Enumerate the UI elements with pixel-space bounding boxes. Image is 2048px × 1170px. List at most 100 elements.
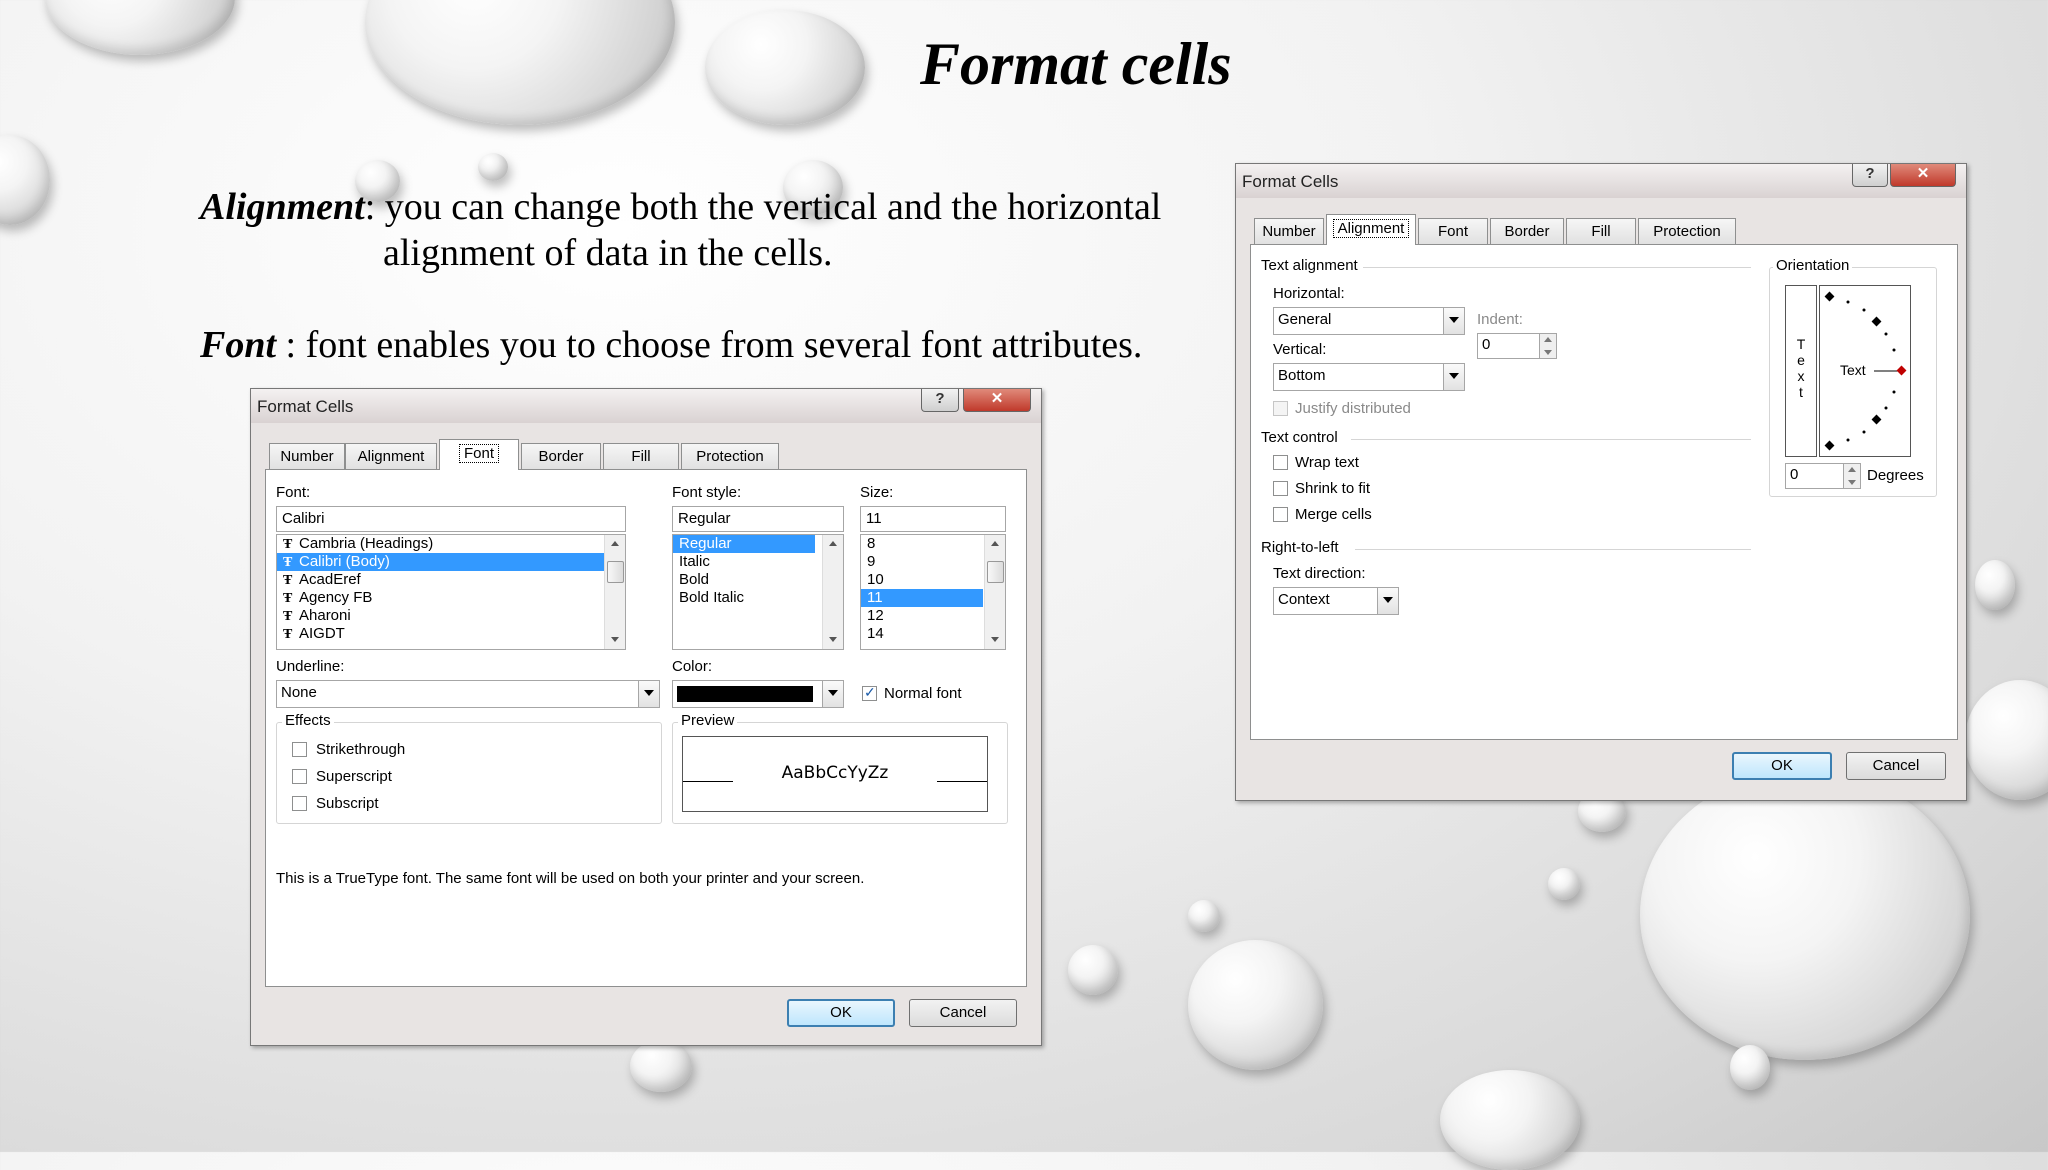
water-drop-decoration — [0, 135, 50, 225]
alignment-bullet-continuation: alignment of data in the cells. — [383, 232, 833, 274]
orientation-dial[interactable]: Text — [1819, 285, 1911, 457]
close-button[interactable]: ✕ — [963, 389, 1031, 412]
size-list[interactable]: 8 9 10 11 12 14 — [860, 534, 1006, 650]
close-button[interactable]: ✕ — [1890, 164, 1956, 187]
truetype-icon: Ŧ — [283, 555, 293, 570]
tab-panel: Font: Calibri Ŧ Cambria (Headings) Ŧ Calib… — [265, 469, 1027, 987]
scroll-thumb[interactable] — [607, 561, 624, 583]
cancel-button[interactable]: Cancel — [909, 999, 1017, 1027]
water-drop-decoration — [630, 1040, 692, 1092]
size-list-scrollbar[interactable] — [984, 535, 1005, 649]
list-item[interactable]: Regular — [673, 535, 815, 553]
color-label: Color: — [672, 658, 713, 675]
spinner-arrows-icon[interactable] — [1843, 464, 1860, 488]
font-list[interactable]: Ŧ Cambria (Headings) Ŧ Calibri (Body) Ŧ Aca… — [276, 534, 626, 650]
tab-border[interactable]: Border — [521, 443, 601, 470]
chevron-down-icon[interactable] — [1443, 364, 1464, 390]
tab-border[interactable]: Border — [1490, 218, 1564, 245]
list-item[interactable]: Ŧ Cambria (Headings) — [277, 535, 625, 553]
subscript-checkbox[interactable] — [292, 796, 307, 811]
indent-label: Indent: — [1477, 311, 1523, 328]
justify-distributed-checkbox[interactable] — [1273, 401, 1288, 416]
effects-label: Effects — [282, 712, 334, 729]
shrink-to-fit-checkbox[interactable] — [1273, 481, 1288, 496]
tab-protection[interactable]: Protection — [1638, 218, 1736, 245]
list-item[interactable]: Italic — [673, 553, 843, 571]
ok-button[interactable]: OK — [787, 999, 895, 1027]
tab-font[interactable]: Font — [439, 439, 519, 470]
superscript-checkbox[interactable] — [292, 769, 307, 784]
tab-fill[interactable]: Fill — [1566, 218, 1636, 245]
text-direction-select[interactable]: Context — [1273, 587, 1399, 615]
water-drop-decoration — [1965, 680, 2048, 800]
list-item[interactable]: Bold — [673, 571, 843, 589]
vertical-text-letter: t — [1799, 384, 1803, 400]
scroll-thumb[interactable] — [987, 561, 1004, 583]
font-style-list[interactable]: Regular Italic Bold Bold Italic — [672, 534, 844, 650]
preview-line-right — [937, 781, 987, 782]
font-style-scrollbar[interactable] — [822, 535, 843, 649]
chevron-down-icon[interactable] — [822, 681, 843, 707]
horizontal-value: General — [1278, 311, 1332, 328]
format-cells-alignment-dialog: Format Cells ? ✕ Number Alignment Font B… — [1235, 163, 1967, 801]
scroll-down-icon[interactable] — [605, 633, 625, 647]
scroll-down-icon[interactable] — [985, 633, 1005, 647]
water-drop-decoration — [365, 0, 675, 125]
text-direction-value: Context — [1278, 591, 1330, 608]
list-item[interactable]: 11 — [861, 589, 983, 607]
scroll-up-icon[interactable] — [985, 537, 1005, 551]
bullet-text: : font enables you to choose from severa… — [276, 324, 1143, 366]
degrees-spinner[interactable]: 0 — [1785, 463, 1861, 489]
list-item[interactable]: Ŧ Aharoni — [277, 607, 625, 625]
truetype-icon: Ŧ — [283, 609, 293, 624]
preview-text: AaBbCcYyZz — [781, 763, 889, 783]
vertical-select[interactable]: Bottom — [1273, 363, 1465, 391]
cancel-button[interactable]: Cancel — [1846, 752, 1946, 780]
font-style-input[interactable]: Regular — [672, 506, 844, 532]
tab-number[interactable]: Number — [269, 443, 345, 470]
color-select[interactable] — [672, 680, 844, 708]
font-input[interactable]: Calibri — [276, 506, 626, 532]
tab-font[interactable]: Font — [1418, 218, 1488, 245]
merge-cells-checkbox[interactable] — [1273, 507, 1288, 522]
tab-alignment[interactable]: Alignment — [1326, 214, 1416, 245]
water-drop-decoration — [478, 153, 508, 181]
size-input[interactable]: 11 — [860, 506, 1006, 532]
tab-fill[interactable]: Fill — [603, 443, 679, 470]
underline-select[interactable]: None — [276, 680, 660, 708]
tab-protection[interactable]: Protection — [681, 443, 779, 470]
truetype-icon: Ŧ — [283, 573, 293, 588]
vertical-text-box[interactable]: T e x t — [1785, 285, 1817, 457]
vertical-text-letter: x — [1797, 368, 1805, 384]
font-list-scrollbar[interactable] — [604, 535, 625, 649]
tab-number[interactable]: Number — [1254, 218, 1324, 245]
truetype-icon: Ŧ — [283, 591, 293, 606]
scroll-up-icon[interactable] — [605, 537, 625, 551]
chevron-down-icon[interactable] — [638, 681, 659, 707]
degrees-label: Degrees — [1867, 467, 1924, 484]
normal-font-checkbox[interactable] — [862, 684, 877, 701]
tab-alignment[interactable]: Alignment — [345, 443, 437, 470]
strikethrough-checkbox[interactable] — [292, 742, 307, 757]
separator — [1351, 439, 1751, 440]
scroll-up-icon[interactable] — [823, 537, 843, 551]
list-item[interactable]: Ŧ Agency FB — [277, 589, 625, 607]
dial-text: Text — [1840, 362, 1866, 378]
vertical-value: Bottom — [1278, 367, 1326, 384]
dialog-title: Format Cells — [1242, 172, 1339, 191]
chevron-down-icon[interactable] — [1377, 588, 1398, 614]
horizontal-select[interactable]: General — [1273, 307, 1465, 335]
indent-spinner[interactable]: 0 — [1477, 333, 1557, 359]
list-item[interactable]: Bold Italic — [673, 589, 843, 607]
chevron-down-icon[interactable] — [1443, 308, 1464, 334]
list-item[interactable]: Ŧ Calibri (Body) — [277, 553, 625, 571]
ok-button[interactable]: OK — [1732, 752, 1832, 780]
list-item[interactable]: Ŧ AIGDT — [277, 625, 625, 643]
list-item[interactable]: Ŧ AcadEref — [277, 571, 625, 589]
water-drop-decoration — [1548, 868, 1580, 900]
help-button[interactable]: ? — [921, 389, 959, 412]
spinner-arrows-icon[interactable] — [1539, 334, 1556, 358]
help-button[interactable]: ? — [1852, 164, 1888, 187]
scroll-down-icon[interactable] — [823, 633, 843, 647]
wrap-text-checkbox[interactable] — [1273, 455, 1288, 470]
